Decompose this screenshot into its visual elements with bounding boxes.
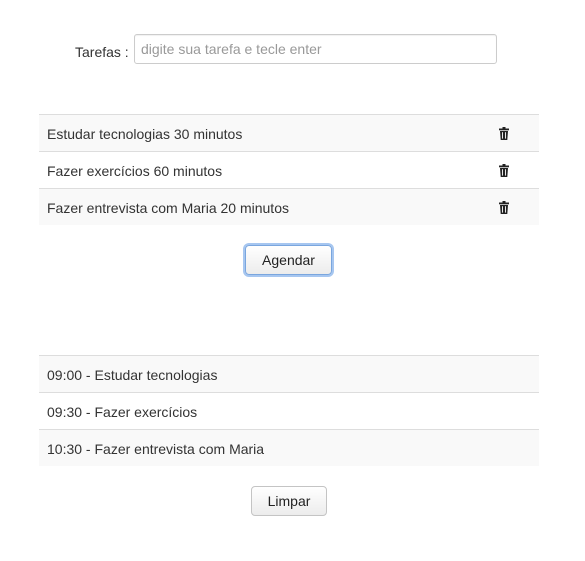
task-row: Fazer entrevista com Maria 20 minutos: [39, 188, 539, 225]
schedule-row: 09:00 - Estudar tecnologias: [39, 355, 539, 392]
task-text: Fazer exercícios 60 minutos: [47, 163, 223, 179]
clear-button[interactable]: Limpar: [251, 486, 327, 516]
task-text: Estudar tecnologias 30 minutos: [47, 126, 243, 142]
task-list: Estudar tecnologias 30 minutos Fazer exe…: [39, 114, 539, 225]
trash-icon[interactable]: [499, 127, 509, 140]
task-row: Estudar tecnologias 30 minutos: [39, 114, 539, 151]
task-input[interactable]: [134, 34, 497, 64]
tasks-label: Tarefas :: [75, 44, 129, 60]
task-text: Fazer entrevista com Maria 20 minutos: [47, 200, 289, 216]
schedule-list: 09:00 - Estudar tecnologias 09:30 - Faze…: [39, 355, 539, 466]
schedule-button[interactable]: Agendar: [245, 245, 332, 275]
schedule-row: 09:30 - Fazer exercícios: [39, 392, 539, 429]
task-form: Tarefas :: [0, 34, 585, 64]
trash-icon[interactable]: [499, 201, 509, 214]
schedule-text: 09:30 - Fazer exercícios: [47, 404, 198, 420]
task-row: Fazer exercícios 60 minutos: [39, 151, 539, 188]
schedule-text: 09:00 - Estudar tecnologias: [47, 367, 218, 383]
trash-icon[interactable]: [499, 164, 509, 177]
schedule-text: 10:30 - Fazer entrevista com Maria: [47, 441, 265, 457]
schedule-row: 10:30 - Fazer entrevista com Maria: [39, 429, 539, 466]
